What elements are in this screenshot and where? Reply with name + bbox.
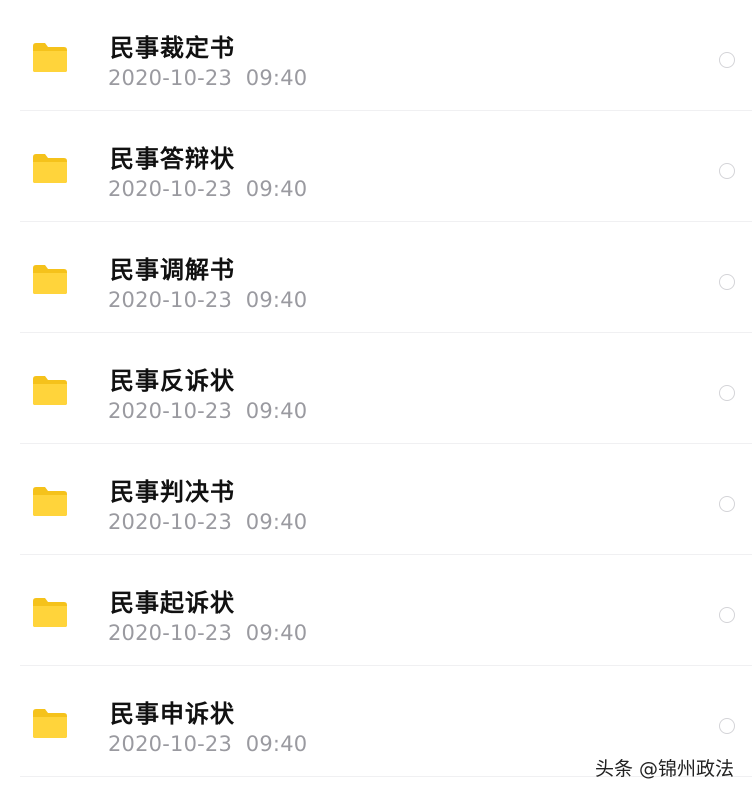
file-name: 民事答辩状 bbox=[110, 145, 235, 173]
file-list: 民事裁定书 2020-10-23 09:40 民事答辩状 2020-10-23 … bbox=[0, 0, 752, 777]
select-radio[interactable] bbox=[719, 496, 735, 512]
file-date: 2020-10-23 09:40 bbox=[108, 66, 308, 90]
list-item[interactable]: 民事裁定书 2020-10-23 09:40 bbox=[0, 0, 752, 111]
file-name: 民事判决书 bbox=[110, 478, 235, 506]
file-date: 2020-10-23 09:40 bbox=[108, 399, 308, 423]
file-name: 民事裁定书 bbox=[110, 34, 235, 62]
list-item[interactable]: 民事调解书 2020-10-23 09:40 bbox=[0, 222, 752, 333]
folder-icon bbox=[30, 706, 70, 740]
folder-icon bbox=[30, 595, 70, 629]
file-date: 2020-10-23 09:40 bbox=[108, 621, 308, 645]
list-item[interactable]: 民事反诉状 2020-10-23 09:40 bbox=[0, 333, 752, 444]
list-item[interactable]: 民事起诉状 2020-10-23 09:40 bbox=[0, 555, 752, 666]
folder-icon bbox=[30, 151, 70, 185]
list-item[interactable]: 民事答辩状 2020-10-23 09:40 bbox=[0, 111, 752, 222]
file-date: 2020-10-23 09:40 bbox=[108, 732, 308, 756]
file-date: 2020-10-23 09:40 bbox=[108, 288, 308, 312]
select-radio[interactable] bbox=[719, 607, 735, 623]
select-radio[interactable] bbox=[719, 385, 735, 401]
folder-icon bbox=[30, 484, 70, 518]
file-name: 民事起诉状 bbox=[110, 589, 235, 617]
file-date: 2020-10-23 09:40 bbox=[108, 510, 308, 534]
list-item[interactable]: 民事判决书 2020-10-23 09:40 bbox=[0, 444, 752, 555]
file-name: 民事申诉状 bbox=[110, 700, 235, 728]
folder-icon bbox=[30, 40, 70, 74]
select-radio[interactable] bbox=[719, 52, 735, 68]
folder-icon bbox=[30, 262, 70, 296]
file-name: 民事调解书 bbox=[110, 256, 235, 284]
watermark-text: 头条 @锦州政法 bbox=[594, 758, 734, 780]
folder-icon bbox=[30, 373, 70, 407]
file-name: 民事反诉状 bbox=[110, 367, 235, 395]
file-date: 2020-10-23 09:40 bbox=[108, 177, 308, 201]
select-radio[interactable] bbox=[719, 718, 735, 734]
select-radio[interactable] bbox=[719, 163, 735, 179]
select-radio[interactable] bbox=[719, 274, 735, 290]
